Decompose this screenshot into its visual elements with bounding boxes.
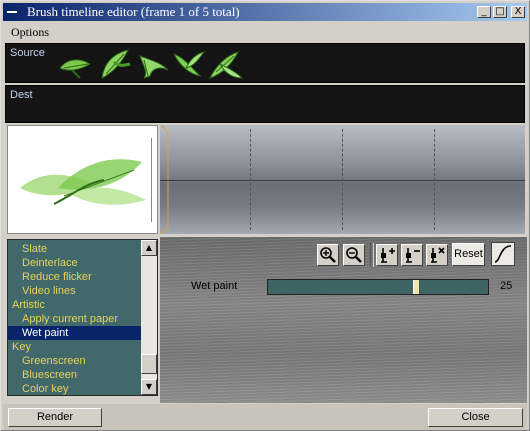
menu-bar: Options	[3, 23, 527, 41]
system-menu-icon[interactable]	[7, 11, 17, 13]
parameter-label: Wet paint	[191, 280, 238, 292]
title-bar[interactable]: Brush timeline editor (frame 1 of 5 tota…	[3, 3, 527, 21]
brush-leaf-icon[interactable]	[134, 48, 172, 80]
close-button[interactable]: Close	[428, 408, 523, 427]
source-panel[interactable]: Source	[5, 43, 525, 83]
delete-keyframes-icon	[431, 247, 445, 263]
list-item[interactable]: Slate	[8, 242, 142, 256]
list-item[interactable]: Deinterlace	[8, 256, 142, 270]
delete-all-keyframes-button[interactable]	[426, 244, 448, 266]
brush-stroke-preview-image	[20, 159, 146, 205]
dest-panel[interactable]: Dest	[5, 85, 525, 123]
zoom-out-button[interactable]	[343, 244, 365, 266]
remove-keyframe-icon	[406, 248, 420, 263]
timeline-gridline	[342, 129, 343, 230]
list-item[interactable]: Bluescreen	[8, 368, 142, 382]
list-item[interactable]: Greenscreen	[8, 354, 142, 368]
scroll-thumb[interactable]	[141, 354, 157, 374]
close-window-button[interactable]: X	[511, 6, 525, 18]
timeline-gridline	[250, 129, 251, 230]
list-scrollbar[interactable]: ▲ ▼	[141, 240, 157, 395]
brush-preview	[7, 125, 158, 234]
wet-paint-slider[interactable]	[267, 279, 489, 295]
curve-mode-button[interactable]	[491, 242, 515, 266]
scroll-down-button[interactable]: ▼	[141, 379, 157, 395]
brush-leaf-icon[interactable]	[96, 48, 134, 80]
maximize-button[interactable]: □	[493, 6, 507, 18]
minimize-button[interactable]: _	[477, 6, 491, 18]
parameter-value: 25	[500, 280, 513, 292]
menu-options[interactable]: Options	[11, 25, 49, 40]
scroll-up-button[interactable]: ▲	[141, 240, 157, 256]
timeline-gridline	[434, 129, 435, 230]
render-button[interactable]: Render	[8, 408, 102, 427]
preview-divider	[151, 138, 152, 222]
list-item[interactable]: Key	[8, 340, 142, 354]
curve-icon	[494, 245, 512, 263]
slider-handle[interactable]	[413, 280, 420, 294]
zoom-in-icon	[320, 247, 336, 263]
brush-timeline-editor-window: Brush timeline editor (frame 1 of 5 tota…	[0, 0, 530, 431]
window-title: Brush timeline editor (frame 1 of 5 tota…	[27, 4, 240, 19]
list-item[interactable]: Reduce flicker	[8, 270, 142, 284]
toolbar-separator	[370, 243, 374, 267]
list-item[interactable]: Apply current paper	[8, 312, 142, 326]
zoom-out-icon	[346, 247, 362, 263]
brush-leaf-icon[interactable]	[56, 48, 94, 80]
source-label: Source	[10, 47, 45, 59]
list-item[interactable]: Wet paint	[8, 326, 142, 340]
add-keyframe-button[interactable]	[376, 244, 398, 266]
zoom-in-button[interactable]	[317, 244, 339, 266]
timeline-graph[interactable]	[160, 125, 525, 234]
remove-keyframe-button[interactable]	[401, 244, 423, 266]
reset-button[interactable]: Reset	[452, 243, 485, 266]
brush-leaf-icon[interactable]	[170, 48, 208, 80]
list-item[interactable]: Video lines	[8, 284, 142, 298]
list-item[interactable]: Color key	[8, 382, 142, 395]
effects-list[interactable]: Slate Deinterlace Reduce flicker Video line…	[7, 239, 158, 396]
list-item[interactable]: Artistic	[8, 298, 142, 312]
brush-leaf-icon[interactable]	[206, 48, 244, 80]
add-keyframe-icon	[381, 248, 395, 263]
dest-label: Dest	[10, 89, 33, 101]
